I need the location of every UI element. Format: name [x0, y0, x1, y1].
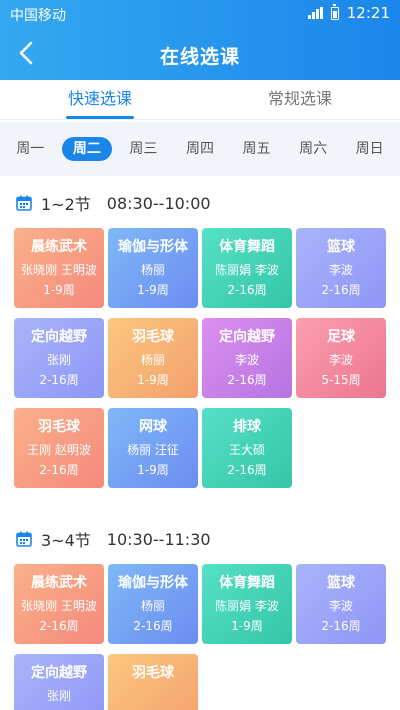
course-teachers: 王大硕: [228, 443, 265, 457]
course-weeks: 2-16周: [39, 373, 79, 387]
course-name: 晨练武术: [31, 575, 87, 591]
course-weeks: 2-16周: [321, 283, 361, 297]
course-weeks: 2-16周: [39, 463, 79, 477]
course-teachers: 杨丽 汪征: [127, 443, 179, 457]
course-name: 篮球: [327, 575, 355, 591]
day-friday[interactable]: 周五: [232, 137, 282, 161]
course-weeks: 1-9周: [137, 373, 169, 387]
course-teachers: 王刚 赵明波: [27, 443, 91, 457]
day-wednesday[interactable]: 周三: [118, 137, 168, 161]
course-teachers: 李波: [328, 353, 353, 367]
course-teachers: [108, 687, 198, 707]
course-card[interactable]: 体育舞蹈 陈丽娟 李波 2-16周: [202, 228, 292, 308]
app-header: 中国移动 12:21 在线选课: [0, 0, 400, 80]
period-section: 1~2节 08:30--10:00 晨练武术 张晓刚 王明波 1-9周 瑜伽与形…: [0, 188, 400, 498]
course-teachers: 杨丽: [140, 353, 165, 367]
course-grid: 晨练武术 张晓刚 王明波 2-16周 瑜伽与形体 杨丽 2-16周 体育舞蹈 陈…: [0, 564, 400, 710]
course-weeks: 2-16周: [39, 619, 79, 633]
course-weeks: 2-16周: [133, 619, 173, 633]
period-header: 3~4节 10:30--11:30: [0, 524, 400, 554]
tab-quick-select[interactable]: 快速选课: [0, 80, 200, 119]
course-name: 羽毛球: [38, 419, 80, 435]
tab-regular-select[interactable]: 常规选课: [200, 80, 400, 119]
course-card[interactable]: 晨练武术 张晓刚 王明波 1-9周: [14, 228, 104, 308]
course-name: 足球: [327, 329, 355, 345]
period-label: 3~4节: [41, 531, 91, 550]
course-card[interactable]: 体育舞蹈 陈丽娟 李波 1-9周: [202, 564, 292, 644]
course-weeks: 1-9周: [137, 463, 169, 477]
carrier-name: 中国移动: [10, 8, 66, 24]
course-card[interactable]: 瑜伽与形体 杨丽 1-9周: [108, 228, 198, 308]
course-card[interactable]: 篮球 李波 2-16周: [296, 228, 386, 308]
course-weeks: 2-16周: [227, 463, 267, 477]
course-teachers: 张晓刚 王明波: [21, 263, 97, 277]
tab-bar: 快速选课 常规选课: [0, 80, 400, 120]
course-grid: 晨练武术 张晓刚 王明波 1-9周 瑜伽与形体 杨丽 1-9周 体育舞蹈 陈丽娟…: [0, 228, 400, 498]
day-monday[interactable]: 周一: [5, 137, 55, 161]
course-card[interactable]: 定向越野 李波 2-16周: [202, 318, 292, 398]
day-tuesday[interactable]: 周二: [61, 137, 112, 161]
calendar-icon: [16, 531, 32, 547]
course-card[interactable]: 网球 杨丽 汪征 1-9周: [108, 408, 198, 488]
course-name: 网球: [139, 419, 167, 435]
day-thursday[interactable]: 周四: [175, 137, 225, 161]
period-section: 3~4节 10:30--11:30 晨练武术 张晓刚 王明波 2-16周 瑜伽与…: [0, 524, 400, 710]
course-name: 排球: [233, 419, 261, 435]
day-sunday[interactable]: 周日: [345, 137, 395, 161]
course-card[interactable]: 晨练武术 张晓刚 王明波 2-16周: [14, 564, 104, 644]
status-bar: 中国移动 12:21: [0, 0, 400, 28]
course-name: 篮球: [327, 239, 355, 255]
course-name: 体育舞蹈: [219, 575, 275, 591]
course-card[interactable]: 定向越野 张刚: [14, 654, 104, 710]
course-weeks: 2-16周: [227, 373, 267, 387]
course-name: 瑜伽与形体: [118, 575, 188, 591]
course-name: 定向越野: [219, 329, 275, 345]
status-icons: 12:21: [307, 3, 390, 22]
battery-icon: [330, 3, 339, 20]
course-teachers: 杨丽: [140, 599, 165, 613]
course-teachers: 张刚: [46, 353, 71, 367]
course-card[interactable]: 定向越野 张刚 2-16周: [14, 318, 104, 398]
course-teachers: 李波: [234, 353, 259, 367]
course-name: 体育舞蹈: [219, 239, 275, 255]
course-name: 羽毛球: [132, 665, 174, 681]
course-name: 瑜伽与形体: [118, 239, 188, 255]
course-teachers: 陈丽娟 李波: [215, 263, 279, 277]
course-name: 晨练武术: [31, 239, 87, 255]
course-card[interactable]: 篮球 李波 2-16周: [296, 564, 386, 644]
signal-icon: [307, 7, 323, 19]
weekday-selector: 周一 周二 周三 周四 周五 周六 周日: [0, 122, 400, 176]
course-weeks: 1-9周: [231, 619, 263, 633]
page-title: 在线选课: [159, 46, 240, 68]
course-weeks: 2-16周: [321, 619, 361, 633]
course-weeks: 1-9周: [43, 283, 75, 297]
course-weeks: 5-15周: [321, 373, 361, 387]
period-label: 1~2节: [41, 195, 91, 214]
course-card[interactable]: 羽毛球 王刚 赵明波 2-16周: [14, 408, 104, 488]
course-name: 定向越野: [31, 665, 87, 681]
course-card[interactable]: 羽毛球 杨丽 1-9周: [108, 318, 198, 398]
course-weeks: 2-16周: [227, 283, 267, 297]
course-name: 羽毛球: [132, 329, 174, 345]
course-name: 定向越野: [31, 329, 87, 345]
period-header: 1~2节 08:30--10:00: [0, 188, 400, 218]
course-card[interactable]: 羽毛球: [108, 654, 198, 710]
calendar-icon: [16, 195, 32, 211]
course-teachers: 张刚: [46, 689, 71, 703]
course-teachers: 李波: [328, 263, 353, 277]
course-teachers: 张晓刚 王明波: [21, 599, 97, 613]
course-card[interactable]: 排球 王大硕 2-16周: [202, 408, 292, 488]
course-weeks: 1-9周: [137, 283, 169, 297]
day-saturday[interactable]: 周六: [288, 137, 338, 161]
course-teachers: 杨丽: [140, 263, 165, 277]
clock: 12:21: [346, 4, 390, 22]
course-teachers: 陈丽娟 李波: [215, 599, 279, 613]
period-time: 10:30--11:30: [106, 529, 211, 549]
course-card[interactable]: 瑜伽与形体 杨丽 2-16周: [108, 564, 198, 644]
course-teachers: 李波: [328, 599, 353, 613]
course-card[interactable]: 足球 李波 5-15周: [296, 318, 386, 398]
period-time: 08:30--10:00: [106, 193, 211, 213]
